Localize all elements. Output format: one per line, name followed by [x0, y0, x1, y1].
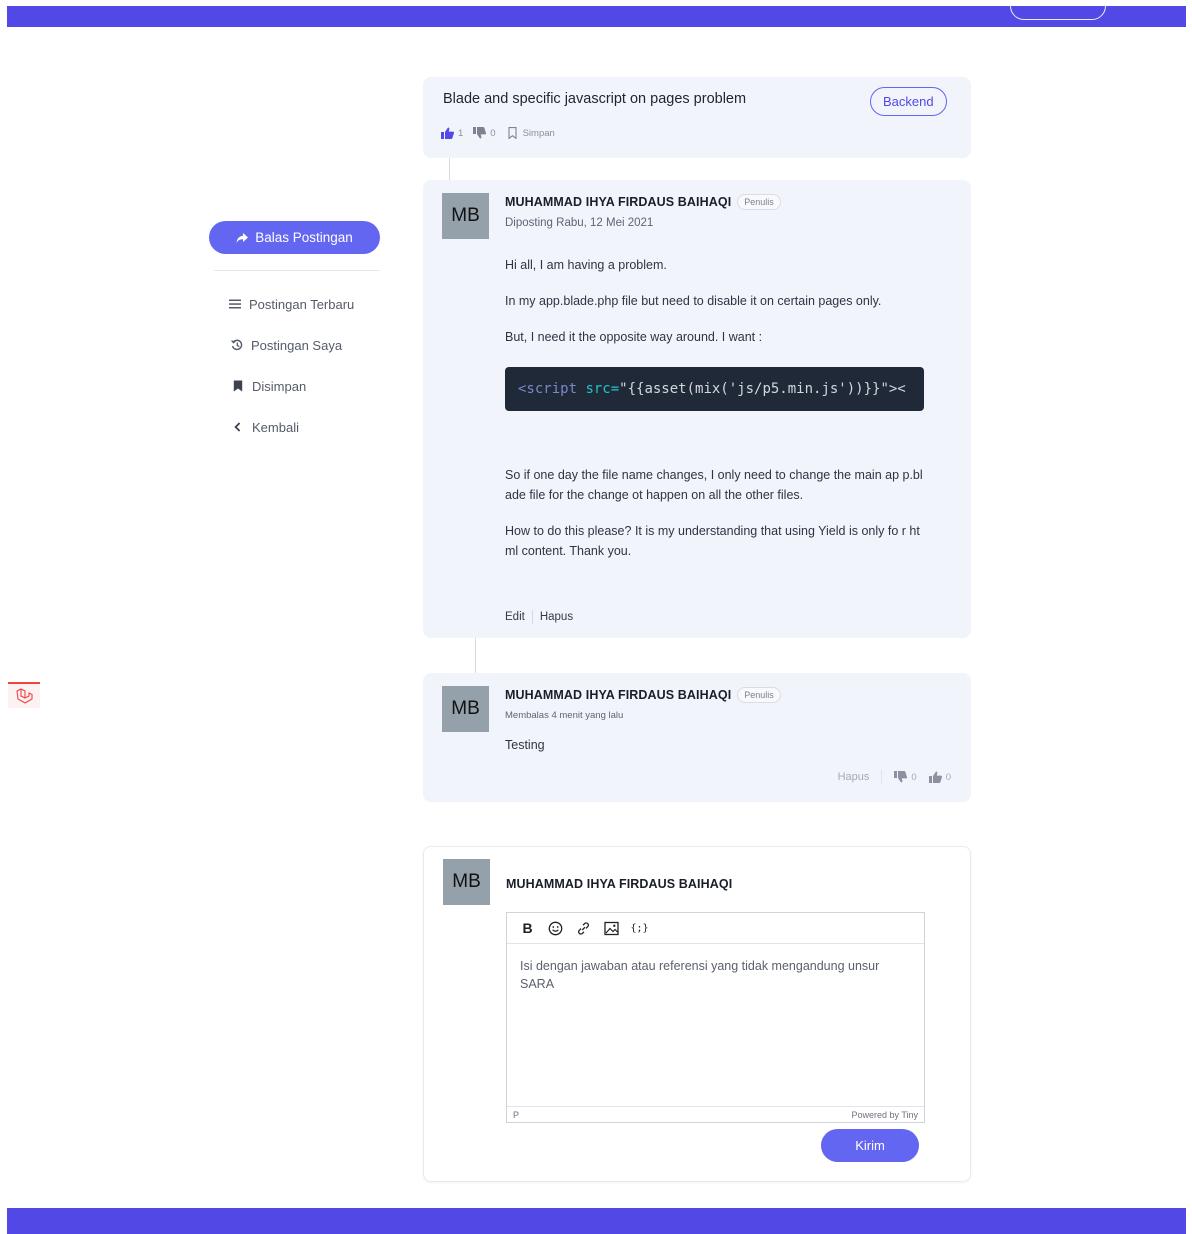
post-header-card: Blade and specific javascript on pages p…: [423, 77, 971, 158]
reply-post-label: Balas Postingan: [255, 230, 353, 245]
reply-time: Membalas 4 menit yang lalu: [505, 710, 624, 721]
emoji-button[interactable]: [547, 920, 564, 937]
laravel-debug-badge[interactable]: [8, 682, 40, 708]
reply-card: MB MUHAMMAD IHYA FIRDAUS BAIHAQI Penulis…: [423, 673, 971, 802]
role-badge: Penulis: [737, 194, 781, 210]
sidebar-item-back[interactable]: Kembali: [232, 417, 299, 437]
dislike-button[interactable]: 0: [473, 127, 496, 139]
sidebar-item-label: Postingan Terbaru: [249, 296, 355, 312]
code-block: <script src="{{asset(mix('js/p5.min.js')…: [505, 367, 924, 411]
bookmark-icon: [233, 380, 243, 392]
like-count: 0: [945, 771, 951, 783]
sidebar-item-label: Kembali: [252, 419, 299, 435]
body-paragraph: So if one day the file name changes, I o…: [505, 468, 923, 502]
thumbs-down-icon: [894, 771, 908, 783]
list-icon: [229, 299, 241, 309]
link-icon: [578, 921, 589, 935]
send-button[interactable]: Kirim: [821, 1129, 919, 1162]
edit-button[interactable]: Edit: [505, 611, 525, 623]
author-line: MUHAMMAD IHYA FIRDAUS BAIHAQI Penulis: [505, 687, 781, 703]
role-badge: Penulis: [737, 687, 781, 703]
author-name: MUHAMMAD IHYA FIRDAUS BAIHAQI: [506, 877, 733, 891]
thread-connector: [475, 638, 476, 673]
reply-delete-button[interactable]: Hapus: [838, 771, 870, 783]
laravel-icon: [16, 688, 33, 704]
reply-dislike-button[interactable]: 0: [894, 771, 917, 783]
question-card: MB MUHAMMAD IHYA FIRDAUS BAIHAQI Penulis…: [423, 180, 971, 638]
bold-button[interactable]: B: [519, 920, 536, 937]
reply-post-button[interactable]: Balas Postingan: [209, 221, 380, 254]
editor-statusbar: P Powered by Tiny: [507, 1106, 924, 1122]
rich-text-editor: B {;} Isi dengan jawaban atau referensi …: [506, 912, 925, 1123]
category-tag[interactable]: Backend: [870, 87, 947, 116]
image-icon: [604, 921, 619, 935]
navbar-button[interactable]: [1010, 0, 1106, 20]
history-icon: [231, 339, 243, 351]
like-button[interactable]: 1: [441, 127, 463, 139]
dislike-count: 0: [490, 127, 496, 139]
save-button[interactable]: Simpan: [506, 127, 555, 139]
author-line: MUHAMMAD IHYA FIRDAUS BAIHAQI: [506, 877, 732, 891]
element-path[interactable]: P: [513, 1110, 519, 1120]
sidebar-divider: [214, 270, 380, 271]
bookmark-outline-icon: [508, 127, 517, 139]
powered-by-link[interactable]: Powered by Tiny: [851, 1110, 918, 1120]
dislike-count: 0: [911, 771, 917, 783]
author-name[interactable]: MUHAMMAD IHYA FIRDAUS BAIHAQI: [505, 688, 731, 702]
code-attr: src=: [585, 381, 620, 397]
avatar: MB: [442, 686, 489, 732]
action-divider: [881, 770, 883, 784]
sidebar-item-saved[interactable]: Disimpan: [232, 376, 306, 396]
top-navbar: [7, 0, 1186, 27]
save-label: Simpan: [522, 127, 555, 139]
body-paragraph: In my app.blade.php file but need to dis…: [505, 294, 882, 308]
link-button[interactable]: [575, 920, 592, 937]
code-tag: <script: [518, 381, 586, 397]
post-title: Blade and specific javascript on pages p…: [443, 91, 747, 107]
share-icon: [236, 232, 249, 243]
action-divider: [531, 610, 533, 624]
body-paragraph: Hi all, I am having a problem.: [505, 258, 667, 272]
author-line: MUHAMMAD IHYA FIRDAUS BAIHAQI Penulis: [505, 194, 781, 210]
author-name[interactable]: MUHAMMAD IHYA FIRDAUS BAIHAQI: [505, 195, 731, 209]
footer-bar: [7, 1208, 1186, 1234]
thumbs-up-icon: [928, 771, 942, 783]
code-icon: {;}: [630, 922, 649, 934]
thread-connector: [449, 158, 450, 180]
thumbs-down-icon: [473, 127, 487, 139]
sidebar-item-my-posts[interactable]: Postingan Saya: [231, 335, 342, 355]
like-count: 1: [458, 127, 464, 139]
post-stats: 1 0 Simpan: [441, 127, 555, 139]
avatar: MB: [442, 193, 489, 239]
sidebar-item-latest-posts[interactable]: Postingan Terbaru: [229, 294, 354, 314]
reply-like-button[interactable]: 0: [928, 771, 951, 783]
avatar: MB: [443, 859, 490, 905]
code-string: "{{asset(mix('js/p5.min.js'))}}"><: [619, 381, 906, 397]
thumbs-up-icon: [441, 127, 454, 139]
post-actions: Edit Hapus: [505, 610, 573, 624]
body-paragraph: But, I need it the opposite way around. …: [505, 330, 763, 344]
chevron-left-icon: [234, 422, 241, 432]
sidebar-item-label: Disimpan: [252, 378, 307, 394]
reply-composer-card: MB MUHAMMAD IHYA FIRDAUS BAIHAQI B {;} I…: [423, 846, 971, 1182]
image-button[interactable]: [603, 920, 620, 937]
editor-toolbar: B {;}: [507, 913, 924, 944]
reply-actions: Hapus 0 0: [838, 770, 951, 784]
reply-text: Testing: [505, 738, 545, 752]
post-date: Diposting Rabu, 12 Mei 2021: [505, 217, 654, 229]
reply-textarea[interactable]: Isi dengan jawaban atau referensi yang t…: [507, 945, 924, 1107]
code-button[interactable]: {;}: [630, 920, 649, 937]
delete-button[interactable]: Hapus: [540, 611, 573, 623]
sidebar-item-label: Postingan Saya: [251, 337, 343, 353]
emoji-icon: [548, 921, 563, 935]
body-paragraph: How to do this please? It is my understa…: [505, 524, 920, 558]
